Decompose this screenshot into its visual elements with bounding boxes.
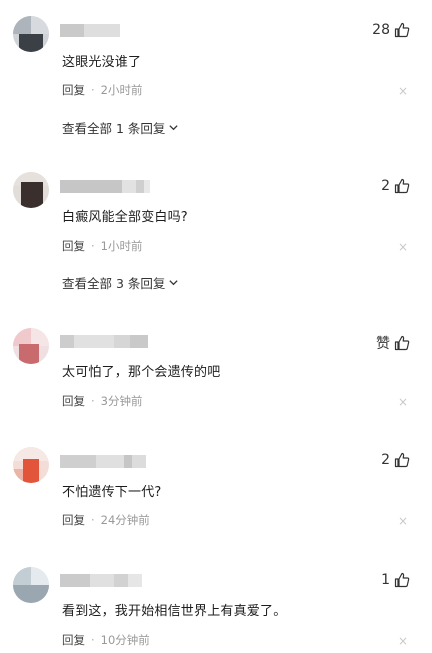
reply-button[interactable]: 回复	[62, 632, 85, 648]
like-button[interactable]: 1	[381, 572, 410, 588]
thumbs-up-icon	[394, 452, 410, 468]
thumbs-up-icon	[394, 572, 410, 588]
username-blurred[interactable]	[60, 335, 148, 348]
view-replies-button[interactable]: 查看全部 1 条回复	[62, 118, 179, 137]
view-replies-button[interactable]: 查看全部 3 条回复	[62, 273, 179, 292]
comment-meta: 回复 · 24分钟前	[62, 512, 150, 528]
close-icon[interactable]: ×	[398, 514, 408, 528]
like-count: 2	[381, 178, 390, 194]
thumbs-up-icon	[394, 22, 410, 38]
comment-text: 不怕遗传下一代?	[62, 485, 162, 500]
username-blurred[interactable]	[60, 180, 150, 193]
avatar[interactable]	[13, 567, 49, 603]
comment-text: 太可怕了，那个会遗传的吧	[62, 365, 221, 380]
comment-meta: 回复 · 2小时前	[62, 82, 142, 98]
thumbs-up-icon	[394, 335, 410, 351]
avatar[interactable]	[13, 328, 49, 364]
close-icon[interactable]: ×	[398, 634, 408, 648]
comment-meta: 回复 · 1小时前	[62, 238, 142, 254]
username-blurred[interactable]	[60, 24, 120, 37]
comment-text: 这眼光没谁了	[62, 55, 142, 70]
comment-text: 看到这，我开始相信世界上有真爱了。	[62, 604, 287, 619]
close-icon[interactable]: ×	[398, 395, 408, 409]
reply-button[interactable]: 回复	[62, 82, 85, 98]
comment-time: 10分钟前	[100, 633, 150, 647]
view-replies-label: 查看全部 1 条回复	[62, 121, 166, 136]
separator-dot: ·	[91, 83, 95, 97]
separator-dot: ·	[91, 633, 95, 647]
like-button[interactable]: 28	[372, 22, 410, 38]
avatar[interactable]	[13, 447, 49, 483]
comment-time: 2小时前	[100, 83, 143, 97]
view-replies-label: 查看全部 3 条回复	[62, 276, 166, 291]
comment-text: 白癜风能全部变白吗?	[62, 210, 188, 225]
like-count: 28	[372, 22, 390, 38]
chevron-down-icon	[169, 125, 179, 131]
separator-dot: ·	[91, 513, 95, 527]
comment-time: 24分钟前	[100, 513, 150, 527]
like-count: 赞	[376, 336, 390, 352]
reply-button[interactable]: 回复	[62, 238, 85, 254]
separator-dot: ·	[91, 239, 95, 253]
avatar[interactable]	[13, 172, 49, 208]
chevron-down-icon	[169, 280, 179, 286]
like-button[interactable]: 2	[381, 452, 410, 468]
close-icon[interactable]: ×	[398, 84, 408, 98]
reply-button[interactable]: 回复	[62, 512, 85, 528]
like-button[interactable]: 2	[381, 178, 410, 194]
comment-time: 3分钟前	[100, 394, 143, 408]
username-blurred[interactable]	[60, 574, 142, 587]
comment-meta: 回复 · 10分钟前	[62, 632, 150, 648]
thumbs-up-icon	[394, 178, 410, 194]
like-count: 1	[381, 572, 390, 588]
comment-time: 1小时前	[100, 239, 143, 253]
reply-button[interactable]: 回复	[62, 393, 85, 409]
comment-meta: 回复 · 3分钟前	[62, 393, 142, 409]
like-button[interactable]: 赞	[376, 333, 410, 353]
username-blurred[interactable]	[60, 455, 146, 468]
like-count: 2	[381, 452, 390, 468]
separator-dot: ·	[91, 394, 95, 408]
close-icon[interactable]: ×	[398, 240, 408, 254]
avatar[interactable]	[13, 16, 49, 52]
